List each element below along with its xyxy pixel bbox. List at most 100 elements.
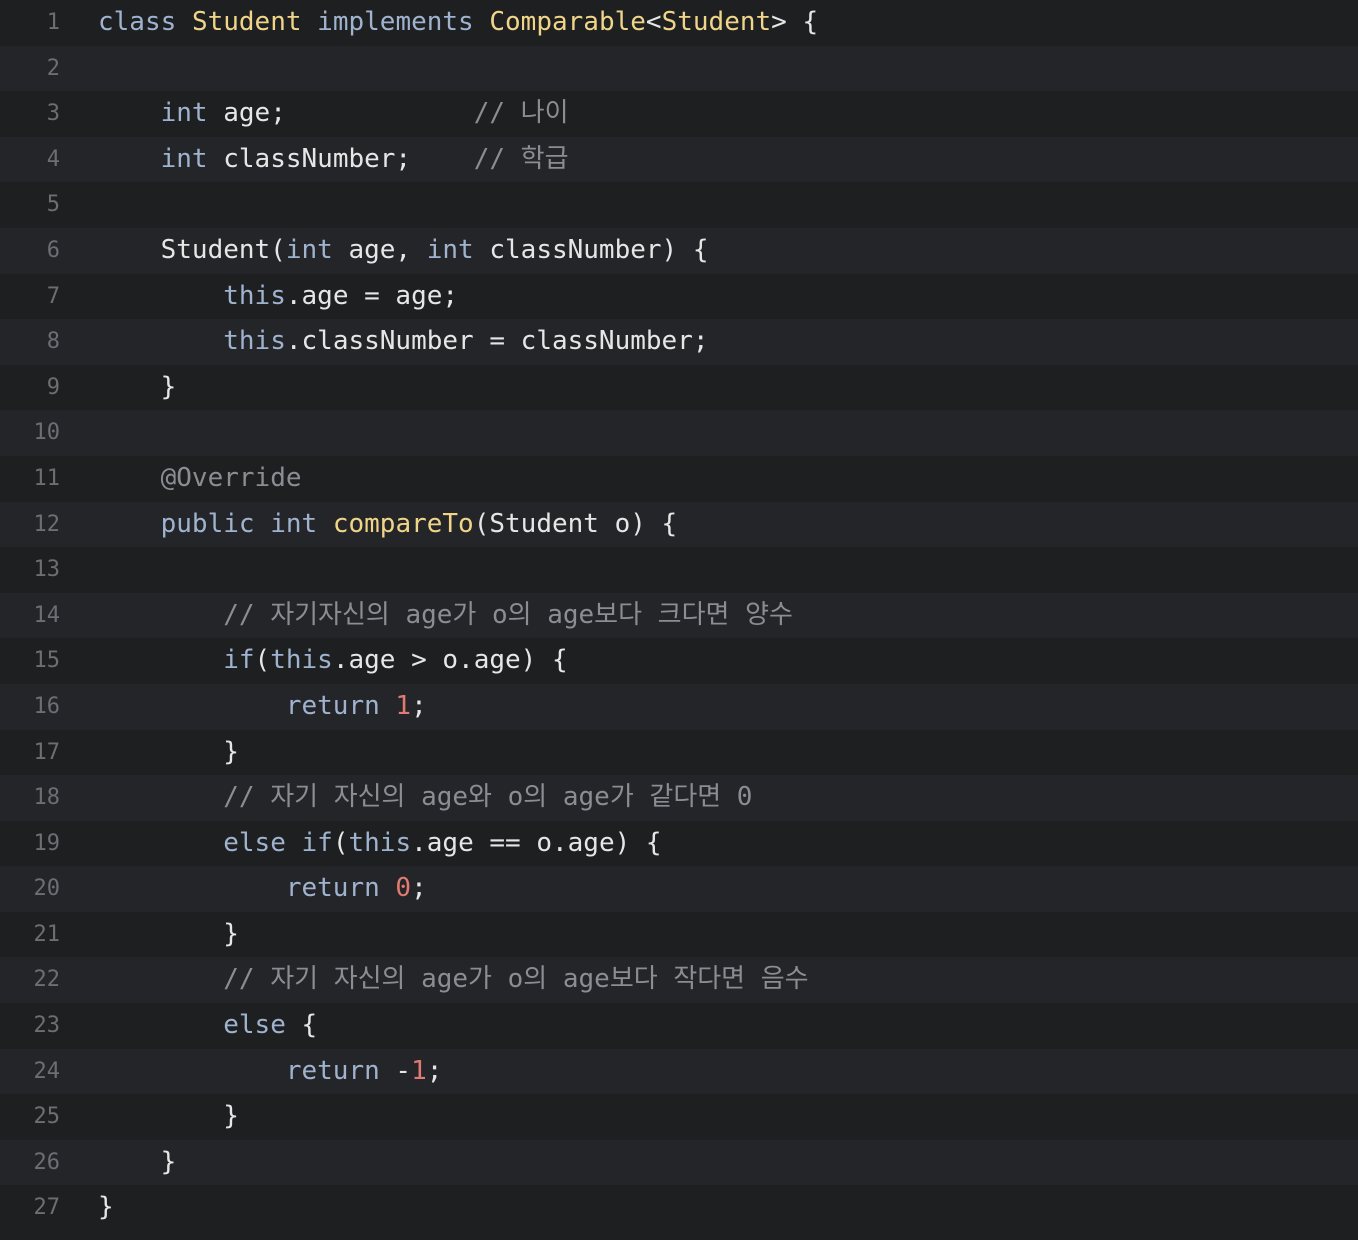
code-token: return [285, 1055, 380, 1086]
code-token: classNumber; [207, 143, 474, 174]
code-token: age, [332, 234, 427, 265]
code-token: } [98, 1146, 177, 1177]
code-line[interactable]: 21 } [0, 911, 1358, 958]
code-line[interactable]: 14 // 자기자신의 age가 o의 age보다 크다면 양수 [0, 592, 1358, 639]
code-line[interactable]: 27} [0, 1185, 1358, 1232]
code-token: .classNumber = classNumber; [285, 326, 709, 357]
code-token: < [645, 7, 662, 37]
code-line[interactable]: 9 } [0, 364, 1358, 411]
code-line[interactable]: 7 this.age = age; [0, 273, 1358, 320]
code-token: Comparable [489, 7, 646, 37]
code-line[interactable]: 10 [0, 410, 1358, 456]
code-line[interactable]: 17 } [0, 729, 1358, 776]
code-text: // 자기 자신의 age와 o의 age가 같다면 0 [98, 775, 752, 821]
code-line[interactable]: 8 this.classNumber = classNumber; [0, 319, 1358, 365]
code-token: int [270, 508, 318, 539]
code-token: } [98, 371, 177, 402]
line-number: 21 [33, 921, 61, 947]
code-line[interactable]: 15 if(this.age > o.age) { [0, 638, 1358, 684]
code-text: class Student implements Comparable<Stud… [98, 0, 818, 46]
code-line[interactable]: 22 // 자기 자신의 age가 o의 age보다 작다면 음수 [0, 957, 1358, 1004]
code-token: .age == o.age) { [411, 827, 662, 858]
code-line[interactable]: 20 return 0; [0, 866, 1358, 912]
code-token: (Student o) { [473, 508, 678, 539]
line-number: 4 [46, 146, 60, 172]
code-token: } [98, 918, 239, 949]
code-line[interactable]: 11 @Override [0, 455, 1358, 502]
line-number: 18 [33, 785, 61, 811]
code-line[interactable]: 25 } [0, 1094, 1358, 1140]
code-token: ( [332, 827, 349, 858]
code-token: if [301, 827, 333, 858]
code-token: Student [191, 7, 302, 37]
code-token: ( [254, 645, 271, 676]
code-token: this [348, 827, 412, 858]
code-token: // 자기 자신의 age와 o의 age가 같다면 0 [223, 782, 753, 813]
line-number: 15 [33, 648, 61, 674]
code-token: classNumber) { [473, 234, 709, 265]
line-number: 8 [46, 329, 60, 355]
code-editor[interactable]: 1 class Student implements Comparable<Stu… [0, 0, 1358, 1240]
line-number: 22 [33, 967, 61, 993]
code-token: ; [411, 873, 427, 904]
code-text: return 0; [98, 866, 427, 912]
code-line[interactable]: 24 return -1; [0, 1048, 1358, 1095]
code-token: > { [771, 7, 819, 37]
line-number: 13 [33, 557, 61, 583]
code-token: } [98, 1101, 239, 1132]
code-token: else [223, 827, 286, 858]
line-number: 24 [33, 1058, 61, 1084]
line-number: 9 [46, 374, 60, 400]
code-line[interactable]: 18 // 자기 자신의 age와 o의 age가 같다면 0 [0, 775, 1358, 821]
code-text: @Override [98, 456, 302, 502]
line-number: 16 [33, 693, 61, 719]
code-text: int age; // 나이 [98, 91, 569, 137]
code-text: if(this.age > o.age) { [98, 638, 567, 684]
code-token: Student [661, 7, 772, 37]
line-number: 3 [46, 101, 60, 127]
code-line[interactable]: 4 int classNumber; // 학급 [0, 136, 1358, 183]
code-line[interactable]: 23 else { [0, 1003, 1358, 1049]
code-text: this.classNumber = classNumber; [98, 319, 709, 365]
code-line[interactable]: 2 [0, 45, 1358, 92]
code-line[interactable]: 26 } [0, 1139, 1358, 1186]
code-line[interactable]: 3 int age; // 나이 [0, 91, 1358, 137]
code-line[interactable]: 19 else if(this.age == o.age) { [0, 820, 1358, 867]
code-text: public int compareTo(Student o) { [98, 502, 678, 548]
code-token: ; [426, 1055, 443, 1086]
code-token: // 학급 [473, 143, 569, 174]
line-number: 1 [46, 10, 60, 35]
code-token: int [160, 98, 208, 129]
code-line[interactable]: 1 class Student implements Comparable<Stu… [0, 0, 1358, 46]
code-text: int classNumber; // 학급 [98, 137, 569, 183]
line-number: 11 [33, 465, 61, 491]
code-token: return [285, 690, 380, 721]
code-line[interactable]: 6 Student(int age, int classNumber) { [0, 227, 1358, 274]
code-token: age; [207, 98, 474, 129]
code-token: this [270, 645, 333, 676]
code-text: } [98, 365, 177, 411]
code-token: @Override [160, 462, 302, 493]
code-token: this [223, 280, 286, 311]
code-line[interactable]: 5 [0, 182, 1358, 228]
line-number: 25 [33, 1104, 61, 1130]
code-line[interactable]: 12 public int compareTo(Student o) { [0, 501, 1358, 548]
code-line[interactable]: 16 return 1; [0, 683, 1358, 730]
code-text: } [98, 1094, 239, 1140]
code-line[interactable]: 13 [0, 547, 1358, 593]
code-token: int [160, 143, 208, 174]
code-token: // 자기자신의 age가 o의 age보다 크다면 양수 [223, 599, 793, 630]
